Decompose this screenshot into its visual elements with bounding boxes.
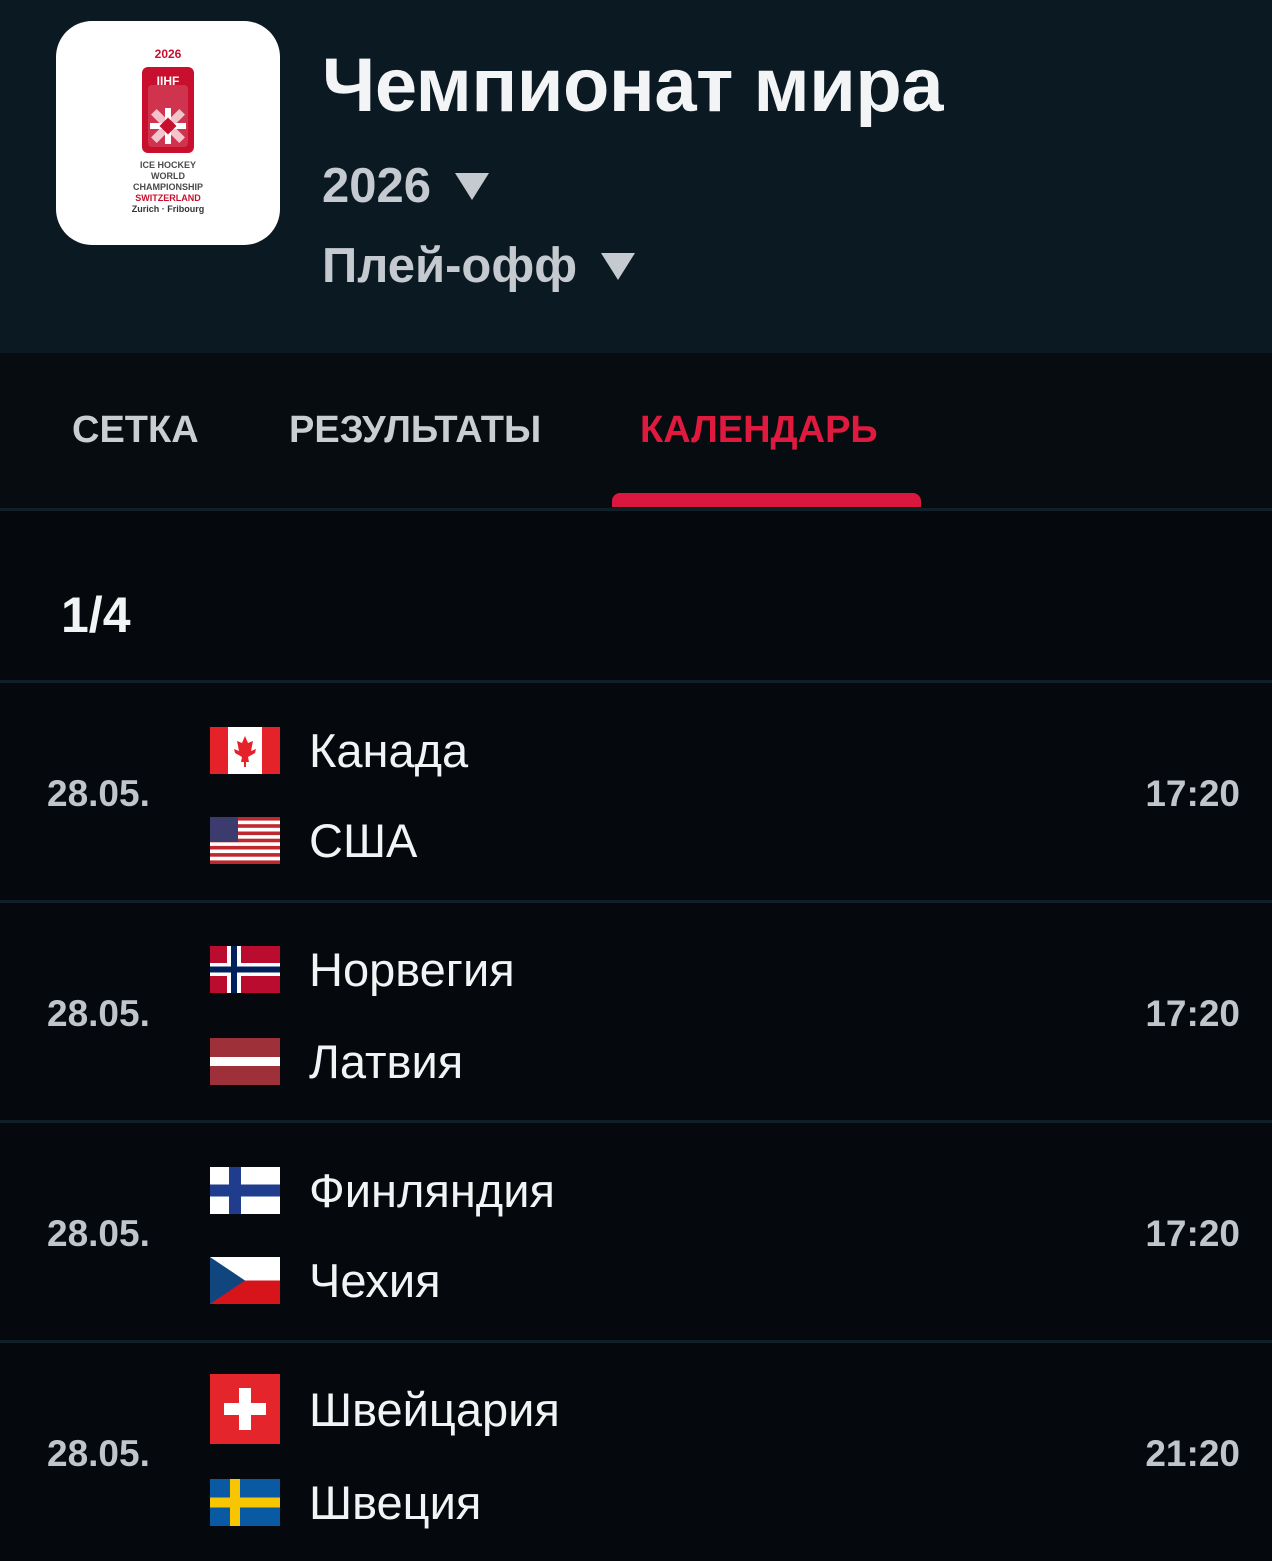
latvia-flag-icon [210,1038,280,1085]
triangle-down-icon [601,252,636,280]
triangle-down-icon [455,172,490,200]
home-team: Швейцария [210,1374,560,1444]
match-date: 28.05. [47,1213,150,1254]
team-name: Финляндия [309,1164,555,1217]
season-dropdown[interactable]: 2026 [322,158,490,214]
tab-results[interactable]: РЕЗУЛЬТАТЫ [289,409,541,452]
active-tab-indicator [612,493,921,507]
tournament-logo: 2026 IIHF ICE HOCKEY WORLD CHAMPIONSHIP … [56,21,280,245]
away-team: Латвия [210,1034,463,1089]
finland-flag-icon [210,1167,280,1214]
stage-value: Плей-офф [322,239,578,293]
match-row[interactable]: 28.05. Норвегия Латвия 17:20 [0,903,1272,1121]
home-team: Норвегия [210,942,515,997]
match-date: 28.05. [47,773,150,814]
match-date: 28.05. [47,1433,150,1474]
tab-bracket[interactable]: СЕТКА [72,409,199,452]
page-title: Чемпионат мира [322,43,944,128]
team-name: Швейцария [309,1382,560,1436]
norway-flag-icon [210,946,280,993]
team-name: США [309,814,418,867]
away-team: Швеция [210,1475,481,1530]
team-name: Норвегия [309,943,515,996]
match-time: 17:20 [1145,1213,1240,1254]
match-time: 17:20 [1145,773,1240,814]
logo-line-4: SWITZERLAND [135,193,201,203]
logo-year: 2026 [154,47,182,61]
match-time: 17:20 [1145,993,1240,1034]
tab-calendar[interactable]: КАЛЕНДАРЬ [640,409,878,452]
sweden-flag-icon [210,1479,280,1526]
team-name: Швеция [309,1476,482,1529]
czechia-flag-icon [210,1257,280,1304]
team-name: Чехия [309,1254,441,1307]
home-team: Канада [210,723,468,778]
usa-flag-icon [210,817,280,864]
match-row[interactable]: 28.05. Швейцария Швеция 21:20 [0,1343,1272,1561]
away-team: Чехия [210,1253,441,1308]
match-row[interactable]: 28.05. Финляндия Чехия 17:20 [0,1123,1272,1341]
match-row[interactable]: 28.05. Канада США 17:20 [0,683,1272,901]
away-team: США [210,813,417,868]
round-title: 1/4 [61,587,131,643]
logo-line-2: WORLD [151,171,185,181]
team-name: Канада [309,724,469,777]
logo-line-1: ICE HOCKEY [139,160,196,170]
team-name: Латвия [309,1035,464,1088]
home-team: Финляндия [210,1163,555,1218]
canada-flag-icon [210,727,280,774]
match-time: 21:20 [1145,1433,1240,1474]
logo-line-3: CHAMPIONSHIP [132,182,203,192]
competition-header: 2026 IIHF ICE HOCKEY WORLD CHAMPIONSHIP … [0,0,1272,353]
logo-org: IIHF [156,74,180,88]
switzerland-flag-icon [210,1374,280,1444]
season-value: 2026 [322,159,432,213]
stage-dropdown[interactable]: Плей-офф [322,238,636,294]
match-date: 28.05. [47,993,150,1034]
logo-line-5: Zurich · Fribourg [131,204,205,214]
